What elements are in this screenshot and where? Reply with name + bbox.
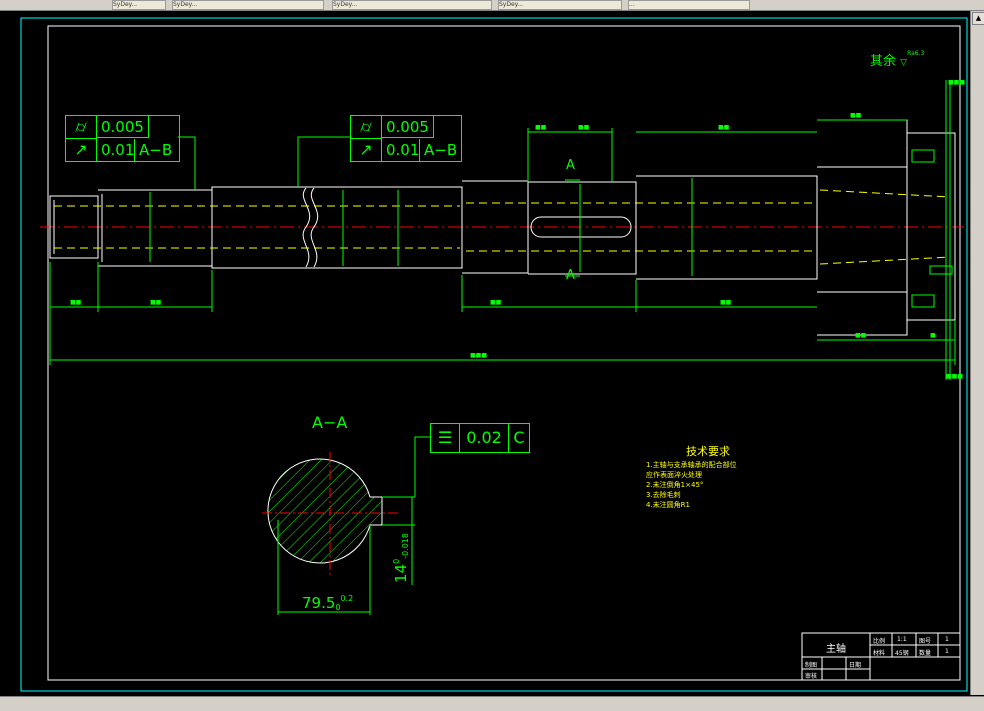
svg-text:■■: ■■ [718,124,730,131]
tech-item: 4.未注圆角R1 [646,501,690,509]
width-dimension-upper-tol: 0.2 [340,594,354,603]
section-marker-top: A [566,158,575,173]
dimension-lines [49,119,956,365]
material-value: 45钢 [895,650,909,657]
tech-requirements-title: 技术要求 [686,445,730,458]
section-marker-bottom: A [566,268,575,283]
fcf-value: 0.01 [97,139,135,161]
drawing-number-value: 1 [945,636,949,643]
svg-text:■■: ■■ [850,112,862,119]
svg-text:■■: ■■ [150,299,162,306]
tech-item: 1.主轴与支承轴承的配合部位 [646,461,737,469]
svg-text:■: ■ [930,332,936,339]
svg-text:■■: ■■ [535,124,547,131]
svg-text:■■■: ■■■ [470,352,487,359]
fcf-value: 0.005 [382,116,434,138]
fcf-leaders [178,136,350,190]
fcf-top-left: ⌭ 0.005 ↗ 0.01 A−B [65,115,180,162]
date-label: 日期 [849,662,862,669]
depth-dimension: 140-0.018 [392,533,410,583]
tech-item: 2.未注倒角1×45° [646,481,704,489]
surface-note-text: 其余 [870,54,897,69]
tech-item: 应作表面淬火处理 [646,471,702,479]
tech-item: 3.去除毛刺 [646,491,681,499]
fcf-datum: A−B [424,141,458,159]
fcf-datum: C [513,428,525,447]
svg-text:■■: ■■ [490,299,502,306]
width-dimension: 79.500.2 [302,594,353,612]
cylindricity-icon: ⌭ [66,116,97,139]
cad-drawing-canvas[interactable]: ■■ ■■ ■■ ■■ ■■ ■ ■■■ ■■ ■■ ■■ ■■ ■■■ ■■■ [0,0,970,696]
scale-value: 1:1 [897,636,907,643]
vertical-scrollbar[interactable]: ▲ [970,11,984,695]
runout-icon: ↗ [66,139,97,161]
part-name: 主轴 [826,644,846,655]
surface-finish-note: 其余 ▽Ra6.3 [870,50,924,69]
section-title: A−A [312,413,348,432]
width-dimension-lower-tol: 0 [335,603,341,612]
svg-text:■■: ■■ [720,299,732,306]
svg-text:■■: ■■ [70,299,82,306]
fcf-value: 0.02 [460,424,509,452]
scale-label: 比例 [873,638,886,645]
section-view [262,452,400,575]
scroll-up-button[interactable]: ▲ [972,12,984,25]
symmetry-icon: ☰ [431,424,460,452]
fcf-top-mid: ⌭ 0.005 ↗ 0.01 A−B [350,115,462,162]
depth-dimension-upper-tol: 0 [392,558,401,564]
checked-by-label: 审核 [805,673,818,680]
cylindricity-icon: ⌭ [351,116,382,139]
quantity-value: 1 [945,648,949,655]
surface-finish-icon: ▽ [900,58,908,68]
drawing-number-label: 图号 [919,638,932,645]
svg-text:■■■: ■■■ [946,373,963,380]
fcf-value: 0.005 [97,116,149,138]
fcf-datum: A−B [139,141,173,159]
quantity-label: 数量 [919,650,932,657]
runout-icon: ↗ [351,139,382,161]
surface-note-ra: Ra6.3 [907,50,925,57]
depth-dimension-lower-tol: -0.018 [401,533,410,559]
material-label: 材料 [873,650,886,657]
drawn-by-label: 制图 [805,662,818,669]
section-markers [565,179,580,277]
depth-dimension-value: 14 [392,563,410,583]
tech-requirements-list: 1.主轴与支承轴承的配合部位 应作表面淬火处理 2.未注倒角1×45° 3.去除… [646,460,737,510]
fcf-symmetry: ☰ 0.02 C [430,423,530,453]
svg-text:■■: ■■ [855,332,867,339]
svg-text:■■■: ■■■ [948,79,965,86]
status-bar [0,696,984,711]
drawing-frame [47,25,961,681]
fcf-value: 0.01 [382,139,420,161]
width-dimension-value: 79.5 [302,594,336,612]
svg-text:■■: ■■ [578,124,590,131]
